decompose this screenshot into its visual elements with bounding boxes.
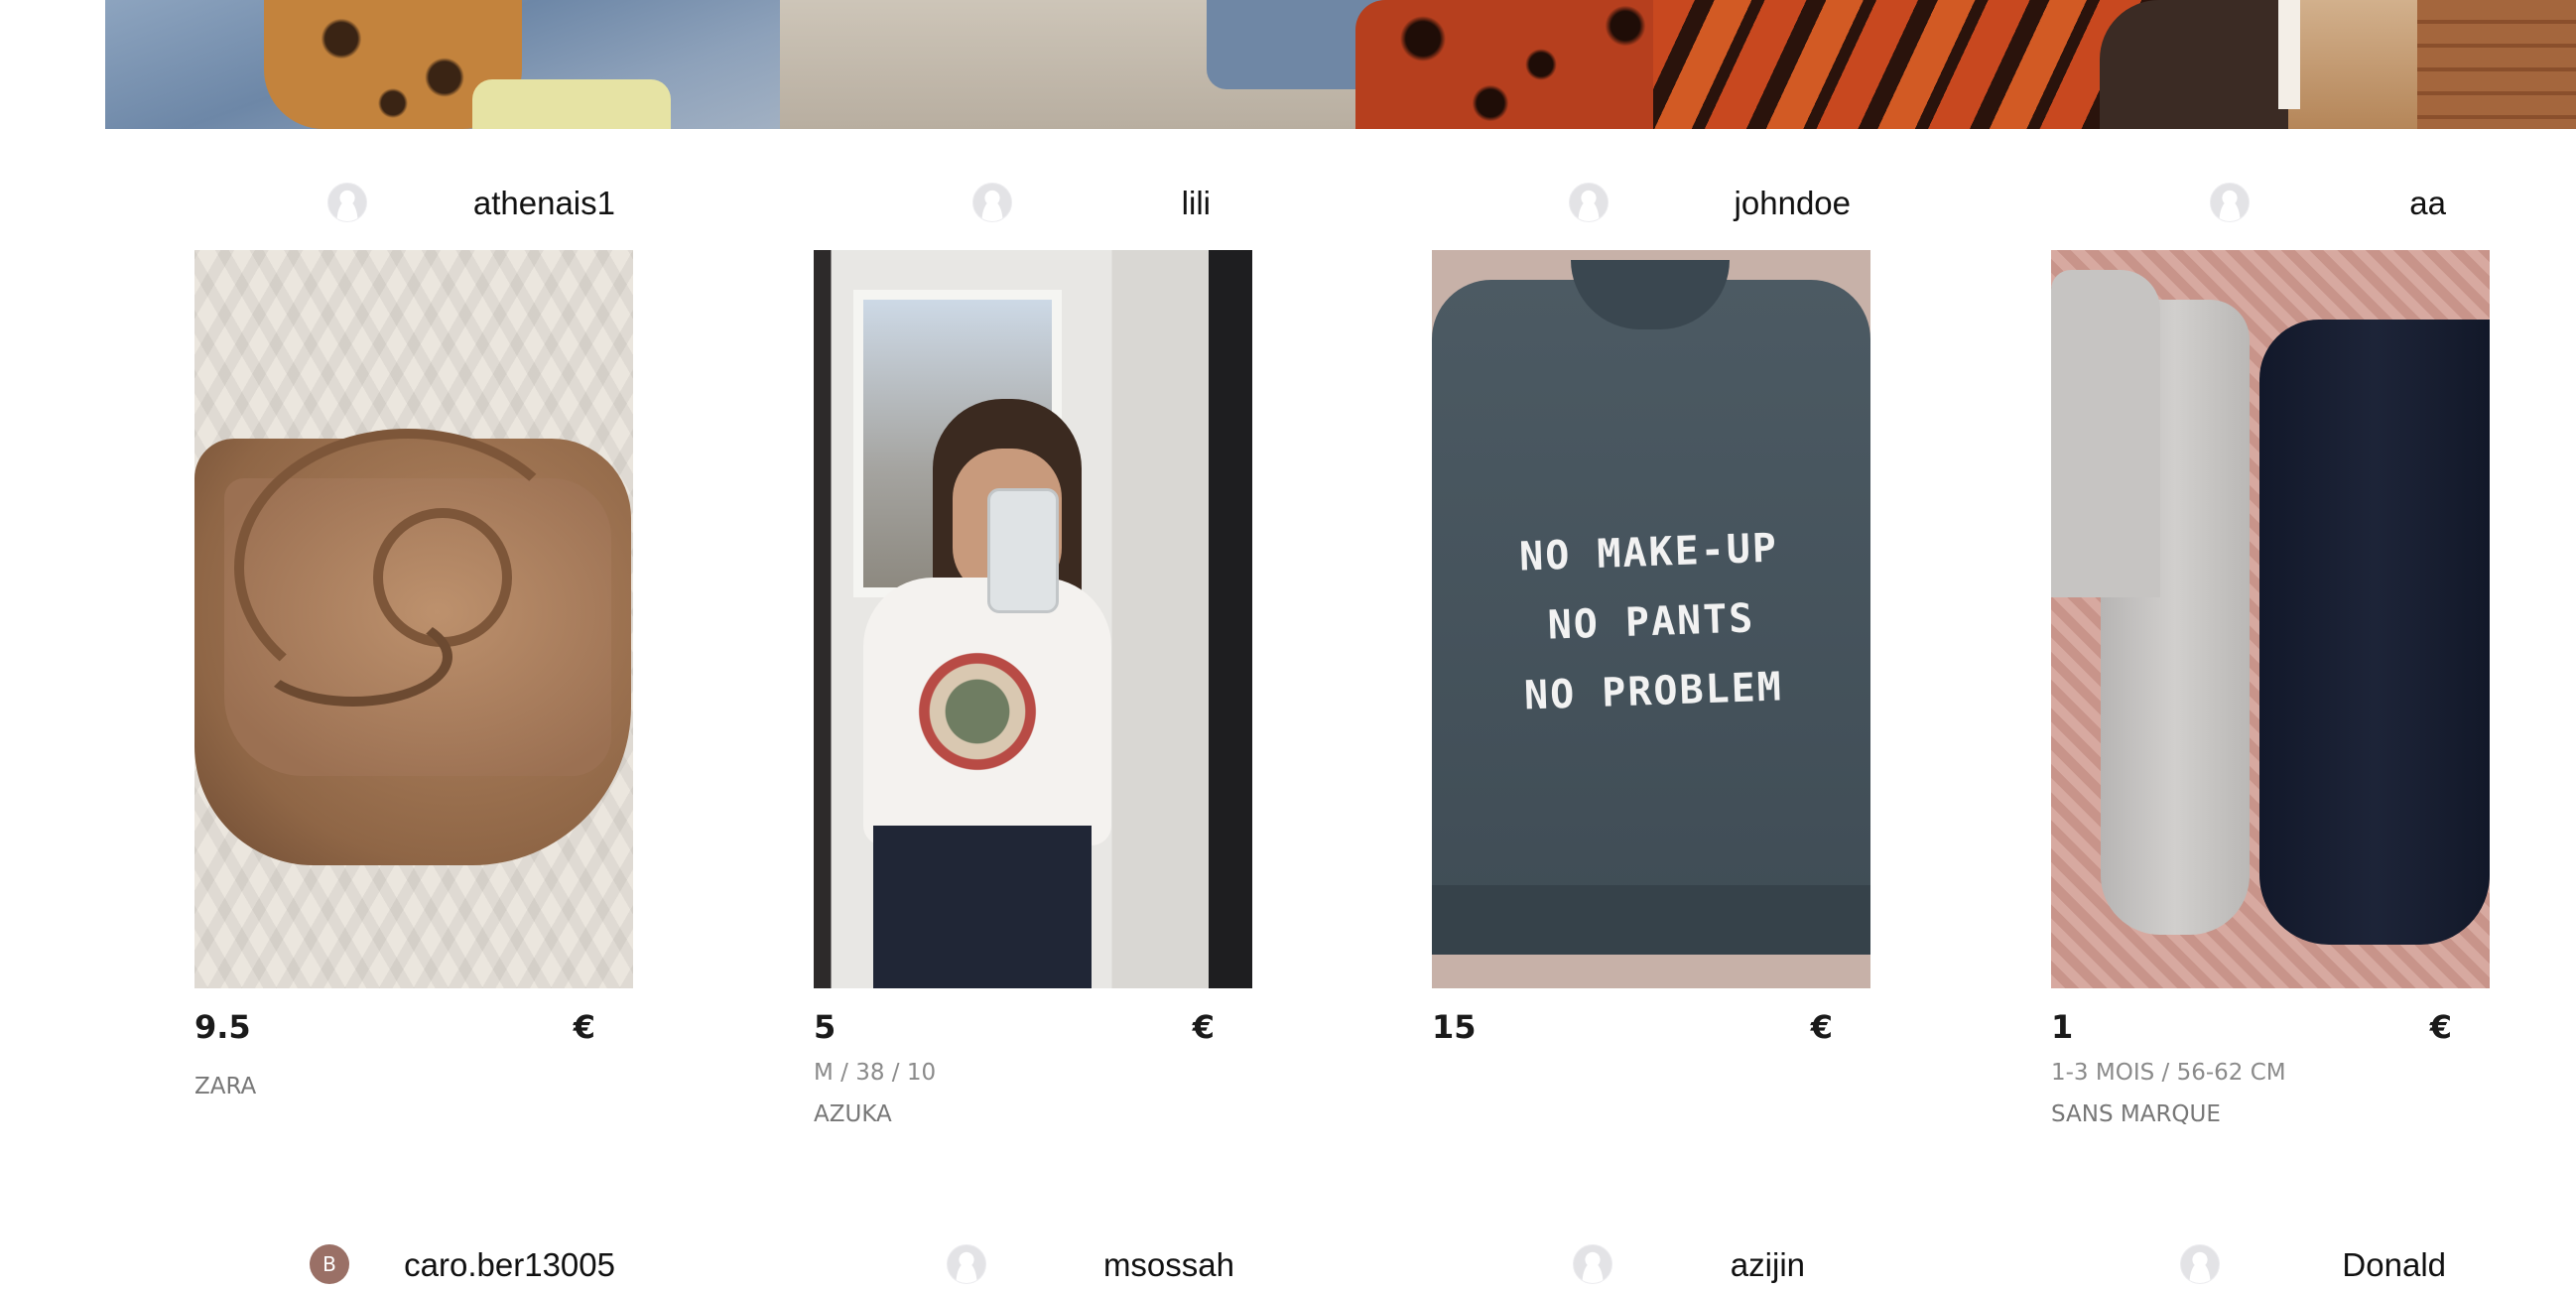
seller-username[interactable]: msossah — [1103, 1246, 1234, 1284]
seller-username[interactable]: caro.ber13005 — [404, 1246, 615, 1284]
seller-username[interactable]: aa — [2409, 185, 2446, 222]
currency-symbol: € — [1192, 1008, 1215, 1046]
product-price: 5 — [814, 1008, 837, 1046]
currency-symbol: € — [573, 1008, 595, 1046]
seller-row[interactable]: B caro.ber13005 — [194, 1240, 633, 1286]
product-size: M / 38 / 10 — [814, 1060, 937, 1086]
sweatshirt-print: NO MAKE-UP NO PANTS NO PROBLEM — [1518, 525, 1784, 719]
seller-username[interactable]: athenais1 — [473, 185, 615, 222]
avatar[interactable] — [1569, 183, 1609, 222]
product-brand: AZUKA — [814, 1101, 892, 1127]
seller-row[interactable]: Donald — [2051, 1240, 2490, 1286]
product-brand: ZARA — [194, 1074, 257, 1099]
currency-symbol: € — [2429, 1008, 2452, 1046]
product-price: 9.5 — [194, 1008, 251, 1046]
product-size: 1-3 MOIS / 56-62 CM — [2051, 1060, 2286, 1086]
seller-row[interactable]: msossah — [814, 1240, 1252, 1286]
avatar[interactable] — [947, 1244, 986, 1284]
avatar[interactable]: B — [310, 1244, 349, 1284]
avatar[interactable] — [972, 183, 1012, 222]
product-photo[interactable] — [194, 250, 633, 988]
seller-row[interactable]: johndoe — [1432, 179, 1870, 224]
seller-username[interactable]: johndoe — [1735, 185, 1851, 222]
currency-symbol: € — [1810, 1008, 1833, 1046]
seller-username[interactable]: azijin — [1731, 1246, 1805, 1284]
avatar[interactable] — [327, 183, 367, 222]
product-photo[interactable] — [2051, 250, 2490, 988]
product-price: 1 — [2051, 1008, 2074, 1046]
hero-banner-image — [105, 0, 2576, 129]
seller-row[interactable]: lili — [814, 179, 1252, 224]
product-photo[interactable]: NO MAKE-UP NO PANTS NO PROBLEM — [1432, 250, 1870, 988]
seller-row[interactable]: aa — [2051, 179, 2490, 224]
seller-row[interactable]: athenais1 — [194, 179, 633, 224]
product-photo[interactable] — [814, 250, 1252, 988]
product-price: 15 — [1432, 1008, 1477, 1046]
product-brand: SANS MARQUE — [2051, 1101, 2221, 1127]
seller-username[interactable]: Donald — [2342, 1246, 2446, 1284]
avatar[interactable] — [1573, 1244, 1612, 1284]
avatar[interactable] — [2210, 183, 2250, 222]
seller-row[interactable]: azijin — [1432, 1240, 1870, 1286]
avatar[interactable] — [2180, 1244, 2220, 1284]
seller-username[interactable]: lili — [1182, 185, 1211, 222]
